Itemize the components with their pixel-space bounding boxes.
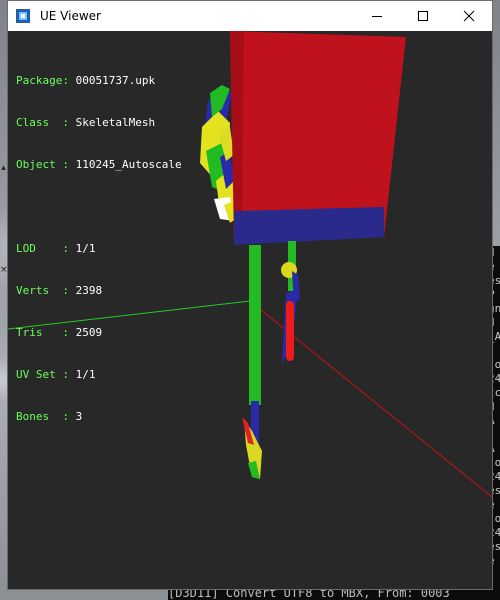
- info-verts: 2398: [75, 284, 103, 297]
- maximize-icon: [418, 11, 428, 21]
- maximize-button[interactable]: [400, 1, 446, 31]
- info-uvset: 1/1: [75, 368, 96, 381]
- info-class: SkeletalMesh: [75, 116, 156, 129]
- titlebar[interactable]: UE Viewer: [8, 1, 492, 31]
- info-object: 110245_Autoscale: [75, 158, 182, 171]
- info-label: UV Set :: [16, 368, 69, 381]
- info-label: Package:: [16, 74, 69, 87]
- info-label: Bones :: [16, 410, 69, 423]
- info-label: Tris :: [16, 326, 69, 339]
- app-icon: [16, 9, 30, 23]
- info-package: 00051737.upk: [75, 74, 156, 87]
- mesh-leg-right-red: [286, 301, 294, 361]
- info-label: LOD :: [16, 242, 69, 255]
- ue-viewer-window: UE Viewer Package: 00051737.upk Class: …: [7, 0, 493, 590]
- info-lod: 1/1: [75, 242, 96, 255]
- info-label: Verts :: [16, 284, 69, 297]
- 3d-viewport[interactable]: Package: 00051737.upk Class : SkeletalMe…: [8, 31, 492, 589]
- mesh-leg-left-green: [249, 245, 261, 405]
- info-label: Class :: [16, 116, 69, 129]
- minimize-icon: [372, 16, 382, 17]
- desktop-glyph: ▴: [1, 163, 6, 173]
- info-label: Object :: [16, 158, 69, 171]
- info-tris: 2509: [75, 326, 103, 339]
- close-icon: [463, 10, 475, 22]
- info-bones: 3: [75, 410, 83, 423]
- mesh-info-panel: Package: 00051737.upk Class : SkeletalMe…: [16, 46, 182, 452]
- mesh-body-blue: [234, 207, 384, 245]
- desktop-glyph: ×: [0, 265, 8, 275]
- minimize-button[interactable]: [354, 1, 400, 31]
- window-title: UE Viewer: [40, 9, 101, 23]
- close-button[interactable]: [446, 1, 492, 31]
